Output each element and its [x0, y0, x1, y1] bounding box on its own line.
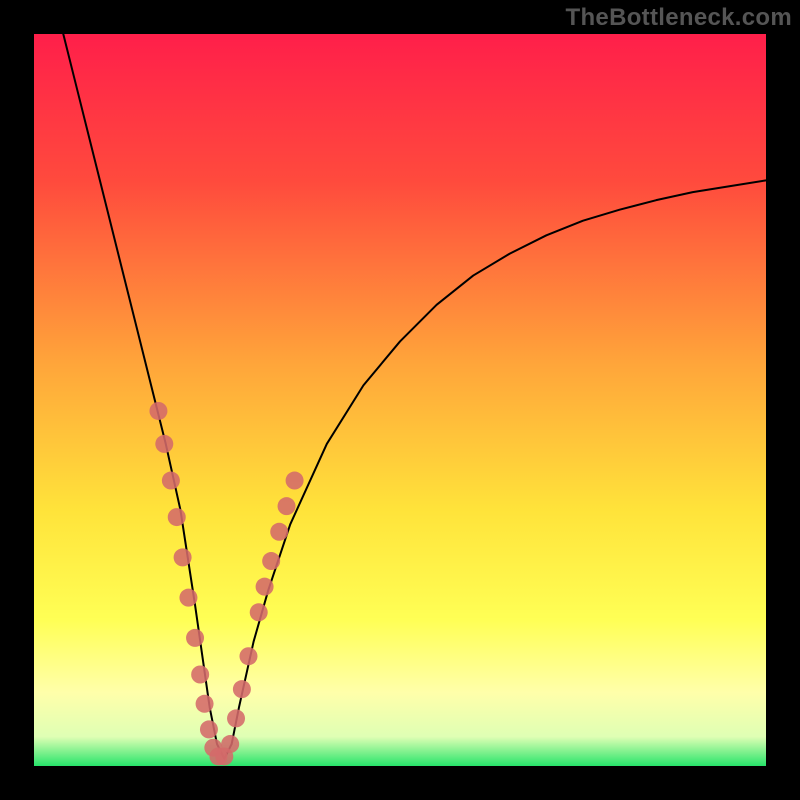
bottleneck-curve-chart — [0, 0, 800, 800]
highlight-dot — [155, 435, 173, 453]
highlight-dot — [186, 629, 204, 647]
highlight-dot — [239, 647, 257, 665]
highlight-dot — [233, 680, 251, 698]
chart-stage: TheBottleneck.com — [0, 0, 800, 800]
attribution-label: TheBottleneck.com — [566, 4, 792, 32]
highlight-dot — [278, 497, 296, 515]
highlight-dot — [221, 735, 239, 753]
highlight-dot — [256, 578, 274, 596]
highlight-dot — [191, 666, 209, 684]
highlight-dot — [250, 603, 268, 621]
highlight-dot — [168, 508, 186, 526]
highlight-dot — [227, 709, 245, 727]
highlight-dot — [149, 402, 167, 420]
highlight-dot — [286, 472, 304, 490]
highlight-dot — [179, 589, 197, 607]
highlight-dot — [262, 552, 280, 570]
highlight-dot — [174, 548, 192, 566]
highlight-dot — [200, 720, 218, 738]
highlight-dot — [162, 472, 180, 490]
plot-background — [34, 34, 766, 766]
highlight-dot — [270, 523, 288, 541]
highlight-dot — [196, 695, 214, 713]
